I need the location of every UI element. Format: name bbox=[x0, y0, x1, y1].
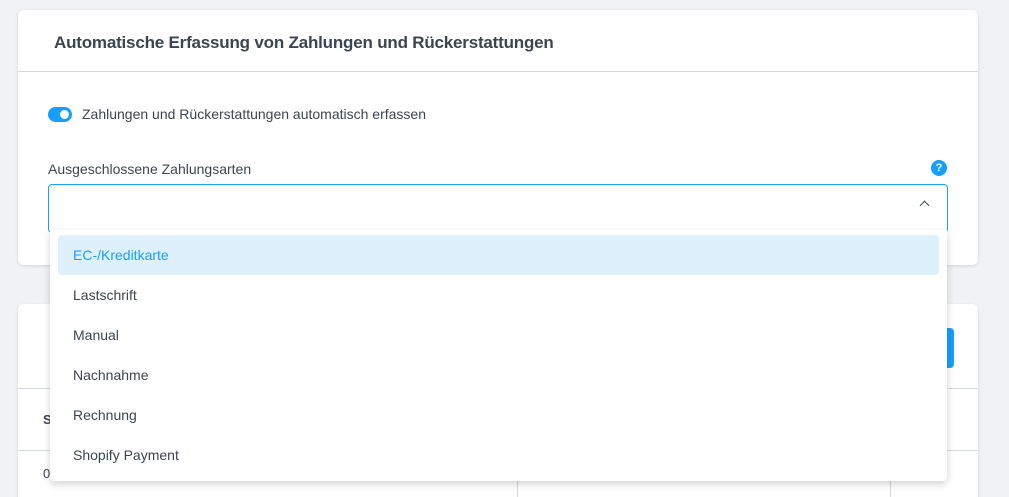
payment-methods-dropdown: EC-/Kreditkarte Lastschrift Manual Nachn… bbox=[50, 230, 947, 481]
chevron-up-icon[interactable] bbox=[919, 200, 930, 211]
excluded-payment-methods-label: Ausgeschlossene Zahlungsarten bbox=[48, 161, 252, 177]
toggle-knob bbox=[60, 109, 69, 119]
dropdown-option[interactable]: Rechnung bbox=[58, 395, 939, 435]
auto-capture-toggle[interactable] bbox=[48, 106, 72, 122]
auto-capture-toggle-row[interactable]: Zahlungen und Rückerstattungen automatis… bbox=[48, 106, 426, 122]
help-icon[interactable]: ? bbox=[931, 160, 947, 176]
excluded-payment-methods-select[interactable] bbox=[48, 184, 948, 233]
toggle-label[interactable]: Zahlungen und Rückerstattungen automatis… bbox=[82, 106, 426, 122]
auto-capture-card: Automatische Erfassung von Zahlungen und… bbox=[18, 10, 978, 265]
dropdown-option[interactable]: Nachnahme bbox=[58, 355, 939, 395]
dropdown-option[interactable]: EC-/Kreditkarte bbox=[58, 235, 939, 275]
dropdown-option[interactable]: Shopify Payment bbox=[58, 435, 939, 475]
card-title: Automatische Erfassung von Zahlungen und… bbox=[54, 33, 554, 52]
dropdown-option[interactable]: Lastschrift bbox=[58, 275, 939, 315]
dropdown-option[interactable]: Manual bbox=[58, 315, 939, 355]
card-header: Automatische Erfassung von Zahlungen und… bbox=[18, 10, 978, 72]
